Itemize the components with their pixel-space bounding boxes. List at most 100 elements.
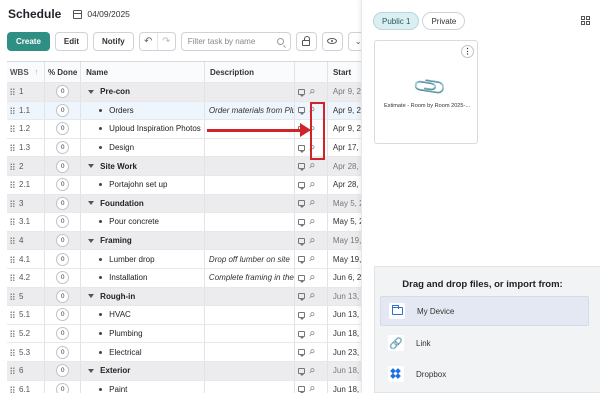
collapse-toggle-icon[interactable] bbox=[88, 201, 95, 206]
drag-handle-icon[interactable] bbox=[10, 385, 15, 393]
pct-done-cell[interactable]: 0 bbox=[45, 213, 82, 231]
start-cell[interactable]: Jun 18, bbox=[328, 362, 361, 380]
pct-done-cell[interactable]: 0 bbox=[45, 268, 82, 287]
more-options-button[interactable]: ⌄ bbox=[347, 31, 361, 51]
column-header-pct-done[interactable]: % Done bbox=[45, 62, 82, 82]
description-cell[interactable] bbox=[205, 306, 295, 324]
pct-done-cell[interactable]: 0 bbox=[45, 287, 82, 306]
filter-input[interactable] bbox=[187, 36, 276, 46]
grid-view-icon[interactable] bbox=[581, 16, 590, 25]
visibility-button[interactable] bbox=[321, 31, 343, 51]
table-row[interactable]: 6 0 Exterior ⚲ Jun 18, bbox=[7, 361, 361, 381]
notify-button[interactable]: Notify bbox=[93, 31, 134, 51]
comment-icon[interactable] bbox=[297, 367, 305, 376]
start-cell[interactable]: May 19, 2 bbox=[328, 250, 361, 268]
drag-handle-icon[interactable] bbox=[10, 348, 15, 356]
table-row[interactable]: 3 0 Foundation ⚲ May 5, 2 bbox=[7, 194, 361, 214]
drag-handle-icon[interactable] bbox=[10, 181, 15, 189]
description-cell[interactable] bbox=[205, 194, 295, 213]
pct-done-cell[interactable]: 0 bbox=[45, 175, 82, 194]
attachment-icon[interactable]: ⚲ bbox=[307, 292, 316, 301]
description-cell[interactable] bbox=[205, 138, 295, 157]
comment-icon[interactable] bbox=[297, 256, 305, 265]
start-cell[interactable]: May 5, 2 bbox=[328, 213, 361, 231]
comment-icon[interactable] bbox=[297, 330, 305, 339]
table-row[interactable]: 10Pre-con ⚲ Apr 9, 20 bbox=[7, 83, 361, 102]
undo-icon[interactable]: ↶ bbox=[140, 33, 157, 50]
description-cell[interactable] bbox=[205, 231, 295, 250]
drag-handle-icon[interactable] bbox=[10, 367, 15, 375]
drag-handle-icon[interactable] bbox=[10, 106, 15, 114]
pct-done-cell[interactable]: 0 bbox=[45, 120, 82, 138]
start-cell[interactable]: Jun 13, bbox=[328, 288, 361, 306]
comment-icon[interactable] bbox=[297, 163, 305, 172]
start-cell[interactable]: Jun 6, 20 bbox=[328, 269, 361, 287]
start-cell[interactable]: May 5, 2 bbox=[328, 195, 361, 213]
pct-done-cell[interactable]: 0 bbox=[45, 157, 82, 175]
table-row[interactable]: 4.1 0 Lumber drop Drop off lumber on site ⚲ M… bbox=[7, 250, 361, 269]
pct-done-cell[interactable]: 0 bbox=[45, 231, 82, 250]
description-cell[interactable] bbox=[205, 175, 295, 194]
collapse-toggle-icon[interactable] bbox=[88, 238, 95, 243]
name-cell[interactable]: Installation bbox=[81, 268, 205, 287]
more-options-icon[interactable]: ⋮ bbox=[461, 45, 474, 58]
name-cell[interactable]: Paint bbox=[81, 380, 205, 393]
drag-handle-icon[interactable] bbox=[10, 237, 15, 245]
table-row[interactable]: 5 0 Rough-in ⚲ Jun 13, bbox=[7, 287, 361, 307]
name-cell[interactable]: Framing bbox=[81, 231, 205, 250]
attachment-icon[interactable]: ⚲ bbox=[307, 199, 316, 208]
comment-icon[interactable] bbox=[297, 274, 305, 283]
file-card[interactable]: ⋮ 📎 Estimate - Room by Room 2025-... bbox=[374, 40, 478, 144]
drag-handle-icon[interactable] bbox=[10, 255, 15, 263]
comment-icon[interactable] bbox=[297, 144, 305, 153]
name-cell[interactable]: Design bbox=[81, 138, 205, 157]
drag-handle-icon[interactable] bbox=[10, 274, 15, 282]
attachment-icon[interactable]: ⚲ bbox=[307, 217, 316, 227]
description-cell[interactable] bbox=[205, 343, 295, 361]
drag-handle-icon[interactable] bbox=[10, 88, 15, 96]
attachment-icon[interactable]: ⚲ bbox=[307, 385, 316, 393]
attachment-icon[interactable]: ⚲ bbox=[307, 87, 316, 97]
attachment-icon[interactable]: ⚲ bbox=[307, 273, 316, 283]
comment-icon[interactable] bbox=[297, 200, 305, 209]
name-cell[interactable]: Plumbing bbox=[81, 324, 205, 343]
source-my-device[interactable]: My Device bbox=[380, 296, 589, 326]
drag-handle-icon[interactable] bbox=[10, 330, 15, 338]
table-row[interactable]: 3.1 0 Pour concrete ⚲ May 5, 2 bbox=[7, 213, 361, 232]
comment-icon[interactable] bbox=[297, 349, 305, 358]
start-cell[interactable]: Apr 9, 20 bbox=[328, 102, 361, 120]
start-cell[interactable]: Jun 18, 2 bbox=[328, 325, 361, 343]
description-cell[interactable] bbox=[205, 157, 295, 175]
drag-handle-icon[interactable] bbox=[10, 292, 15, 300]
edit-button[interactable]: Edit bbox=[54, 31, 89, 51]
collapse-toggle-icon[interactable] bbox=[88, 368, 95, 373]
attachment-icon[interactable]: ⚲ bbox=[307, 310, 316, 320]
comment-icon[interactable] bbox=[297, 107, 305, 116]
table-row[interactable]: 1.1 0 Orders Order materials from Plum ⚲ Apr … bbox=[7, 101, 361, 121]
start-cell[interactable]: Apr 28, bbox=[328, 157, 361, 175]
drag-handle-icon[interactable] bbox=[10, 162, 15, 170]
tab-private[interactable]: Private bbox=[422, 12, 466, 30]
description-cell[interactable] bbox=[205, 287, 295, 306]
description-cell[interactable]: Complete framing in the h bbox=[205, 268, 295, 287]
calendar-icon[interactable] bbox=[73, 9, 83, 19]
drag-handle-icon[interactable] bbox=[10, 125, 15, 133]
drag-handle-icon[interactable] bbox=[10, 199, 15, 207]
upload-dropzone[interactable]: Drag and drop files, or import from: My … bbox=[374, 266, 600, 393]
start-cell[interactable]: May 19, bbox=[328, 232, 361, 250]
name-cell[interactable]: Electrical bbox=[81, 343, 205, 361]
source-link[interactable]: 🔗 Link bbox=[380, 328, 589, 358]
pct-done-cell[interactable]: 0 bbox=[45, 324, 82, 343]
name-cell[interactable]: Exterior bbox=[81, 361, 205, 380]
description-cell[interactable] bbox=[205, 213, 295, 231]
schedule-date[interactable]: 04/09/2025 bbox=[87, 9, 130, 19]
name-cell[interactable]: Pre-con bbox=[81, 83, 205, 101]
attachment-icon[interactable]: ⚲ bbox=[307, 254, 316, 264]
table-row[interactable]: 6.10Paint ⚲ Jun 18, 2 bbox=[7, 380, 361, 393]
pct-done-cell[interactable]: 0 bbox=[45, 101, 82, 120]
table-row[interactable]: 4.2 0 Installation Complete framing in the … bbox=[7, 268, 361, 288]
name-cell[interactable]: Portajohn set up bbox=[81, 175, 205, 194]
collapse-toggle-icon[interactable] bbox=[88, 294, 95, 299]
drag-handle-icon[interactable] bbox=[10, 144, 15, 152]
attachment-icon[interactable]: ⚲ bbox=[307, 162, 316, 171]
